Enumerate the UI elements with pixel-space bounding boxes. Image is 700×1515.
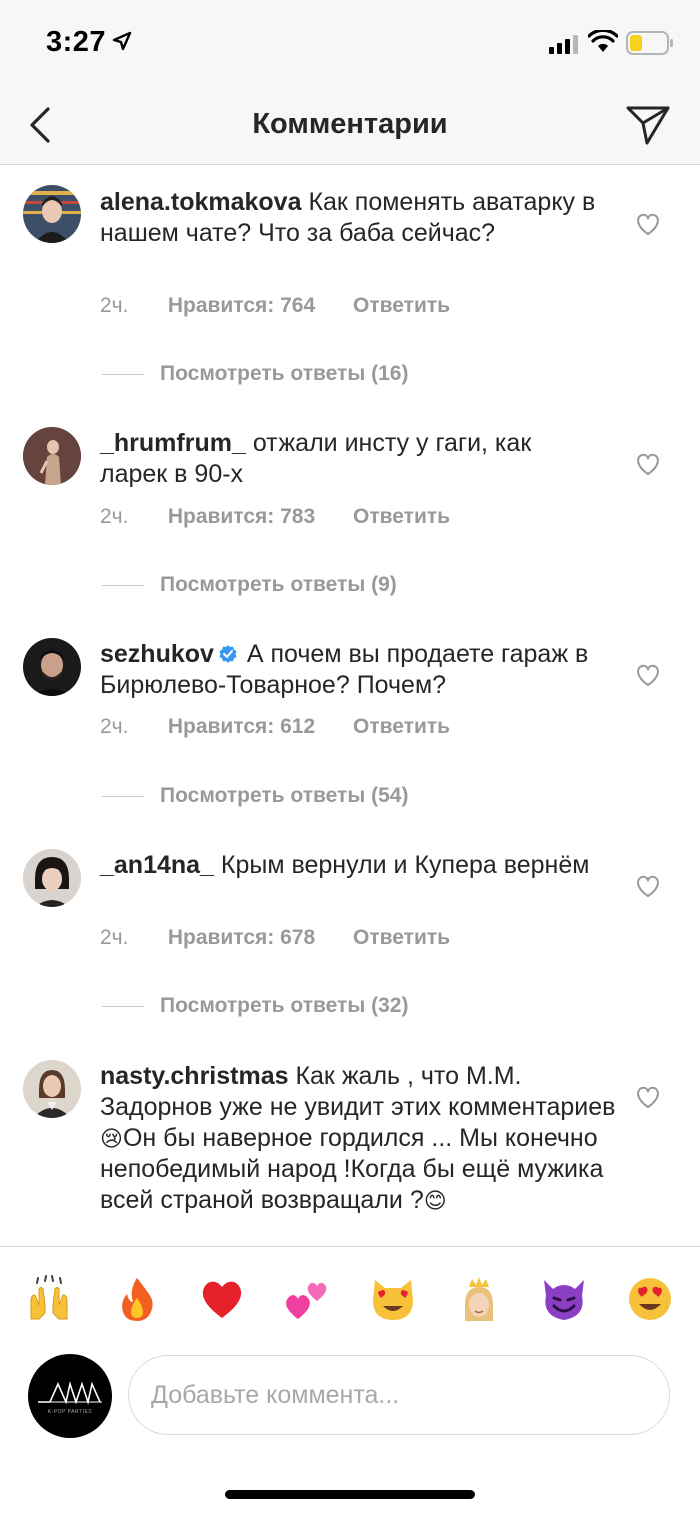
heart-eyes-cat-icon	[373, 1280, 413, 1320]
kpop-logo-icon	[38, 1381, 102, 1405]
comment-username[interactable]: sezhukov	[100, 640, 214, 668]
heart-icon[interactable]	[634, 211, 662, 237]
smiling-devil-emoji-button[interactable]	[540, 1275, 588, 1323]
avatar[interactable]	[23, 185, 81, 243]
comment-message: Крым вернули и Купера вернём	[220, 851, 590, 879]
battery-icon	[626, 31, 673, 55]
reply-button[interactable]: Ответить	[353, 715, 450, 739]
crying-emoji-icon: 😢	[100, 1126, 123, 1151]
comment-time: 2ч.	[100, 505, 129, 528]
princess-emoji-button[interactable]	[455, 1275, 503, 1323]
comment-meta: 2ч. Нравится: 764 Ответить	[100, 294, 450, 318]
princess-icon	[465, 1277, 493, 1321]
comment-text: alena.tokmakova Как поменять аватарку в …	[100, 187, 600, 249]
avatar[interactable]	[23, 638, 81, 696]
divider	[102, 373, 144, 375]
comment-composer: K-POP PARTIES	[0, 1350, 700, 1515]
verified-badge-icon	[219, 645, 237, 663]
comment-meta: 2ч. Нравится: 678 Ответить	[100, 926, 450, 950]
heart-icon[interactable]	[634, 662, 662, 688]
heart-eyes-cat-emoji-button[interactable]	[369, 1275, 417, 1323]
comment-likes[interactable]: Нравится: 678	[168, 926, 315, 950]
divider	[102, 584, 144, 586]
reply-button[interactable]: Ответить	[353, 926, 450, 950]
comment-likes[interactable]: Нравится: 783	[168, 505, 315, 529]
fire-emoji-button[interactable]	[113, 1275, 161, 1323]
comment-text: _an14na_ Крым вернули и Купера вернём	[100, 850, 600, 881]
comment-meta: 2ч. Нравится: 612 Ответить	[100, 715, 450, 739]
emoji-quick-bar	[0, 1246, 700, 1350]
status-bar: 3:27	[0, 0, 700, 88]
comment-time: 2ч.	[100, 926, 129, 949]
comment-text: sezhukov А почем вы продаете гараж в Бир…	[100, 639, 600, 701]
comment-username[interactable]: _hrumfrum_	[100, 429, 246, 457]
paper-plane-icon	[626, 106, 670, 145]
comment-username[interactable]: alena.tokmakova	[100, 188, 302, 216]
divider	[102, 1005, 144, 1007]
comment-meta: 2ч. Нравится: 783 Ответить	[100, 505, 450, 529]
two-hearts-icon	[286, 1282, 327, 1319]
current-user-avatar[interactable]: K-POP PARTIES	[28, 1354, 112, 1438]
avatar-caption: K-POP PARTIES	[47, 1409, 93, 1415]
location-arrow-icon	[112, 31, 132, 51]
view-replies-button[interactable]: Посмотреть ответы (9)	[102, 573, 397, 597]
share-button[interactable]	[622, 100, 674, 150]
wifi-icon	[588, 30, 618, 52]
view-replies-label: Посмотреть ответы (32)	[160, 994, 409, 1017]
divider	[102, 795, 144, 797]
reply-button[interactable]: Ответить	[353, 294, 450, 318]
comment-text: nasty.christmas Как жаль , что М.М. Задо…	[100, 1061, 620, 1216]
page-title: Комментарии	[252, 108, 448, 140]
heart-eyes-face-icon	[629, 1278, 671, 1320]
heart-icon[interactable]	[634, 451, 662, 477]
view-replies-label: Посмотреть ответы (9)	[160, 573, 397, 596]
raising-hands-icon	[30, 1275, 68, 1320]
reply-button[interactable]: Ответить	[353, 505, 450, 529]
view-replies-label: Посмотреть ответы (16)	[160, 362, 409, 385]
heart-emoji-button[interactable]	[198, 1275, 246, 1323]
smiling-devil-icon	[544, 1280, 584, 1320]
comment-time: 2ч.	[100, 294, 129, 317]
red-heart-icon	[202, 1281, 242, 1318]
view-replies-button[interactable]: Посмотреть ответы (32)	[102, 994, 408, 1018]
view-replies-button[interactable]: Посмотреть ответы (54)	[102, 784, 408, 808]
heart-eyes-emoji-button[interactable]	[626, 1275, 674, 1323]
two-hearts-emoji-button[interactable]	[283, 1275, 331, 1323]
heart-icon[interactable]	[634, 873, 662, 899]
comment-likes[interactable]: Нравится: 764	[168, 294, 315, 318]
comment-username[interactable]: nasty.christmas	[100, 1062, 289, 1090]
avatar[interactable]	[23, 427, 81, 485]
heart-icon[interactable]	[634, 1084, 662, 1110]
avatar[interactable]	[23, 849, 81, 907]
fire-icon	[122, 1278, 153, 1321]
comment-likes[interactable]: Нравится: 612	[168, 715, 315, 739]
view-replies-button[interactable]: Посмотреть ответы (16)	[102, 362, 408, 386]
avatar[interactable]	[23, 1060, 81, 1118]
smiling-emoji-icon: 😊	[423, 1188, 447, 1213]
home-indicator	[225, 1490, 475, 1499]
comment-input[interactable]	[128, 1355, 670, 1435]
status-time: 3:27	[46, 26, 107, 58]
header: Комментарии	[0, 88, 700, 165]
signal-icon	[549, 35, 578, 54]
comment-username[interactable]: _an14na_	[100, 851, 214, 879]
view-replies-label: Посмотреть ответы (54)	[160, 784, 409, 807]
raising-hands-emoji-button[interactable]	[25, 1275, 73, 1323]
comment-text: _hrumfrum_ отжали инсту у гаги, как ларе…	[100, 428, 600, 490]
comment-time: 2ч.	[100, 715, 129, 738]
comment-message-continued: Он бы наверное гордился ... Мы конечно н…	[100, 1124, 604, 1214]
